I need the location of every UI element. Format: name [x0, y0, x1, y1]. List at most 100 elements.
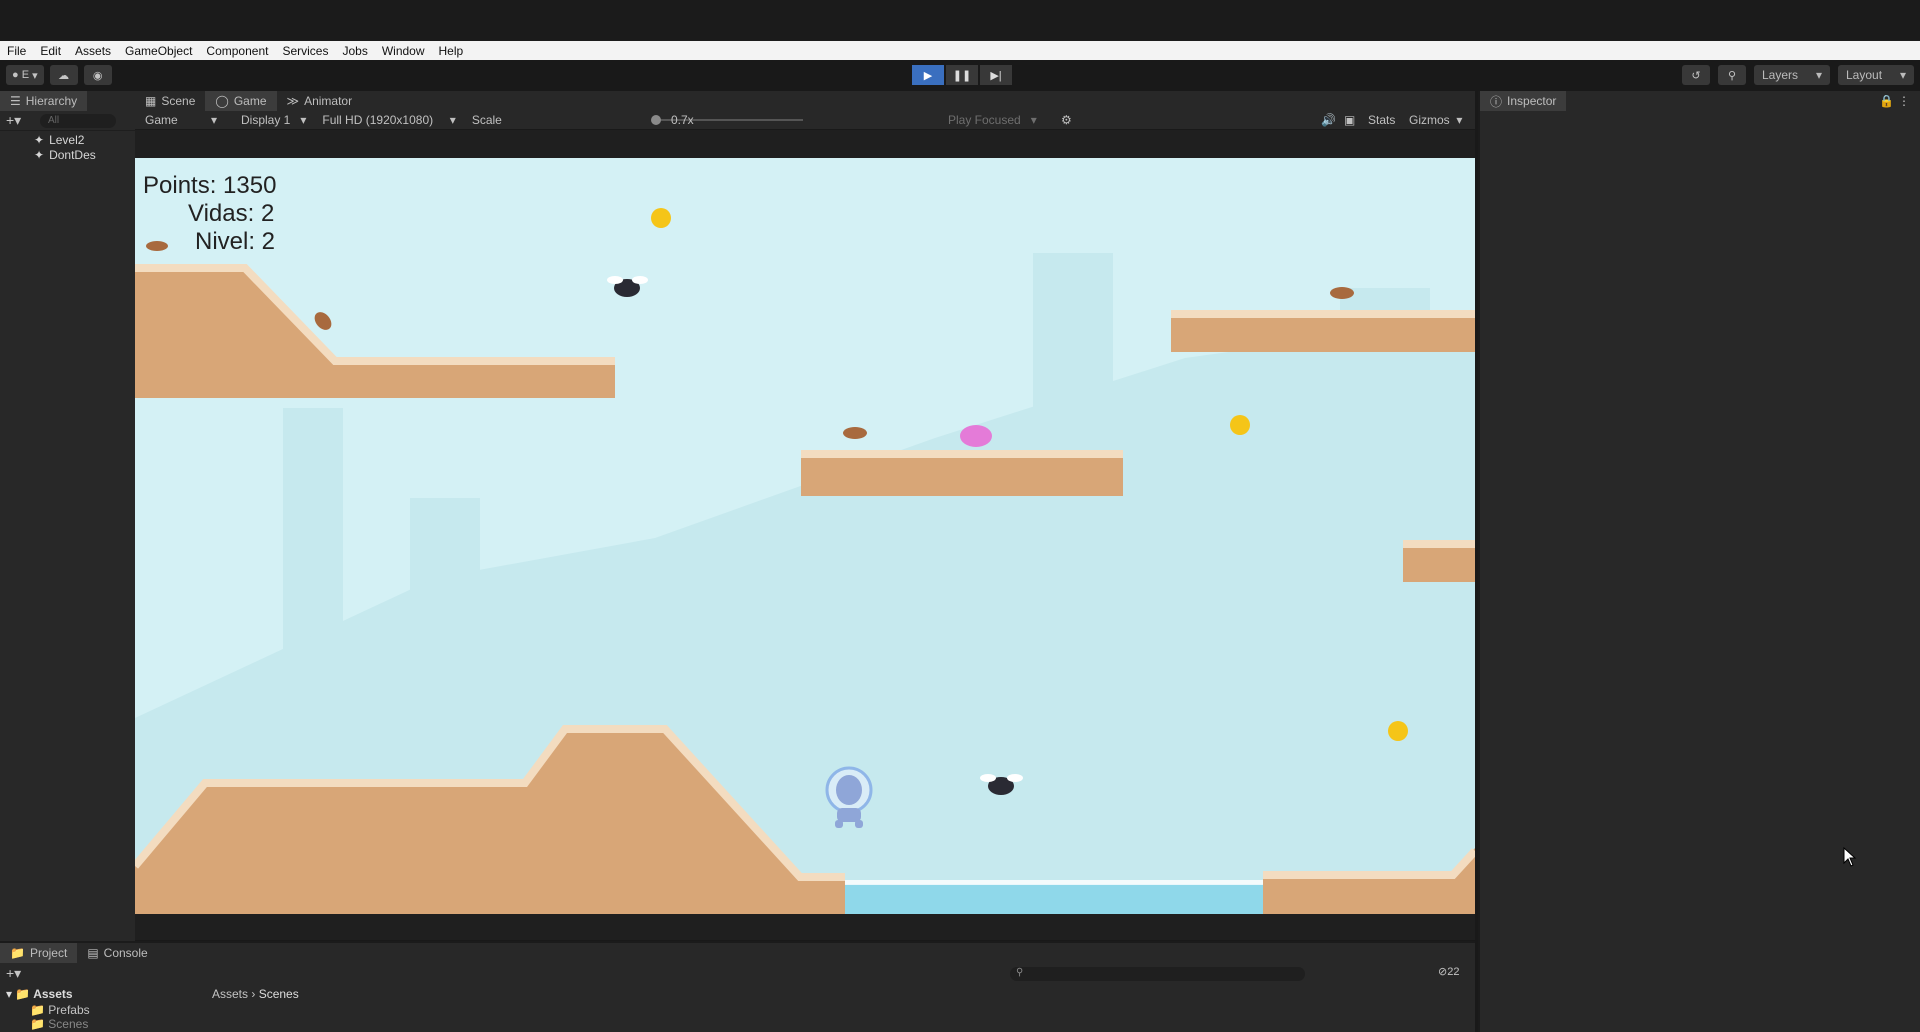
menu-edit[interactable]: Edit [40, 44, 61, 58]
play-button[interactable]: ▶ [912, 65, 944, 85]
cloud-button[interactable]: ☁ [49, 65, 78, 85]
search-icon: ⚲ [1016, 967, 1024, 978]
coin-icon [1230, 415, 1250, 435]
list-icon: ☰ [10, 94, 21, 108]
hierarchy-item-label: Level2 [49, 133, 85, 147]
hierarchy-search-placeholder: All [48, 115, 60, 126]
hud-points: Points: 1350 [143, 172, 277, 199]
play-focused-dropdown[interactable]: Play Focused ▾ [948, 113, 1037, 127]
project-tree-scenes[interactable]: 📁 Scenes [30, 1017, 88, 1031]
play-controls: ▶ ❚❚ ▶| [912, 65, 1012, 85]
gizmos-label: Gizmos [1409, 113, 1450, 127]
pause-icon: ❚❚ [952, 69, 972, 82]
gizmos-dropdown[interactable]: Gizmos ▾ [1409, 113, 1462, 127]
menu-component[interactable]: Component [206, 44, 268, 58]
tab-scene[interactable]: ▦ Scene [135, 91, 205, 111]
tab-project[interactable]: 📁 Project [0, 943, 78, 963]
tree-label: Assets [33, 987, 73, 1001]
game-view-toolbar: Game ▾ Display 1 ▾ Full HD (1920x1080) ▾… [135, 111, 1475, 129]
resolution-label: Full HD (1920x1080) [322, 113, 434, 127]
aspect-icon[interactable]: ▣ [1344, 113, 1355, 127]
unity-scene-icon: ✦ [34, 148, 45, 162]
hud-lives: Vidas: 2 [188, 200, 275, 227]
history-icon: ↺ [1691, 69, 1701, 82]
search-button[interactable]: ⚲ [1718, 65, 1746, 85]
hierarchy-tab-label: Hierarchy [25, 94, 78, 108]
pause-button[interactable]: ❚❚ [946, 65, 978, 85]
project-search-input[interactable]: ⚲ [1010, 967, 1305, 981]
add-icon[interactable]: +▾ [6, 112, 21, 129]
audio-icon[interactable]: 🔊 [1321, 113, 1336, 127]
grid-icon: ▦ [145, 94, 157, 108]
menu-services[interactable]: Services [282, 44, 328, 58]
tab-animator-label: Animator [304, 94, 353, 108]
resolution-dropdown[interactable]: Full HD (1920x1080) ▾ [316, 113, 461, 127]
step-button[interactable]: ▶| [980, 65, 1012, 85]
stats-button[interactable]: Stats [1368, 113, 1395, 127]
account-button[interactable]: ● E ▾ [6, 65, 44, 85]
unity-scene-icon: ✦ [34, 133, 45, 147]
tree-label: Scenes [48, 1017, 89, 1031]
pink-slime-enemy [960, 425, 992, 447]
breadcrumb-item[interactable]: Assets [212, 987, 248, 1001]
console-icon: ▤ [87, 946, 99, 960]
game-scene [135, 208, 1475, 914]
tab-game-label: Game [233, 94, 267, 108]
tab-console[interactable]: ▤ Console [77, 943, 157, 963]
collab-icon: ◉ [92, 69, 103, 82]
folder-icon: 📁 [10, 946, 25, 960]
menu-help[interactable]: Help [439, 44, 464, 58]
project-tree-prefabs[interactable]: 📁 Prefabs [30, 1003, 90, 1017]
hierarchy-item-level2[interactable]: ✦ Level2 [34, 133, 84, 147]
hierarchy-search-input[interactable]: All [40, 114, 116, 128]
tab-console-label: Console [103, 946, 148, 960]
hud-level: Nivel: 2 [195, 228, 276, 255]
tab-project-label: Project [29, 946, 68, 960]
collab-button[interactable]: ◉ [83, 65, 112, 85]
inspector-tabbar: ⓘ Inspector [1480, 91, 1920, 111]
water [845, 884, 1263, 914]
display-dropdown[interactable]: Display 1 ▾ [235, 113, 312, 127]
tree-label: Prefabs [48, 1003, 90, 1017]
layers-dropdown[interactable]: Layers ▾ [1754, 65, 1830, 85]
hierarchy-item-label: DontDes [49, 148, 96, 162]
cloud-icon: ☁ [58, 69, 70, 82]
game-mode-dropdown[interactable]: Game ▾ [139, 113, 231, 127]
tab-inspector[interactable]: ⓘ Inspector [1480, 91, 1567, 111]
platform-top-left [135, 264, 615, 398]
coin-icon [1388, 721, 1408, 741]
step-icon: ▶| [990, 69, 1002, 82]
project-tree-assets[interactable]: ▾ 📁 Assets [6, 987, 73, 1001]
menu-gameobject[interactable]: GameObject [125, 44, 192, 58]
hierarchy-item-dontdestroy[interactable]: ✦ DontDes [34, 148, 96, 162]
tab-scene-label: Scene [161, 94, 196, 108]
menu-window[interactable]: Window [382, 44, 425, 58]
scale-slider-handle[interactable] [651, 115, 661, 125]
folder-icon: 📁 [15, 987, 31, 1001]
layout-dropdown[interactable]: Layout ▾ [1838, 65, 1914, 85]
play-icon: ▶ [923, 69, 933, 82]
menu-jobs[interactable]: Jobs [342, 44, 367, 58]
lock-icon[interactable]: 🔒 [1879, 94, 1894, 108]
bottom-tabbar: 📁 Project ▤ Console [0, 943, 1475, 963]
hidden-packages-count[interactable]: ⊘22 [1438, 965, 1459, 978]
tab-game[interactable]: ◯ Game [205, 91, 277, 111]
window-titlebar [0, 0, 1920, 41]
account-icon: ● [12, 69, 19, 81]
add-icon[interactable]: +▾ [6, 965, 21, 982]
hidden-count-value: 22 [1447, 966, 1460, 978]
game-viewport[interactable]: Points: 1350 Vidas: 2 Nivel: 2 [135, 158, 1475, 914]
menu-bar: File Edit Assets GameObject Component Se… [0, 41, 1920, 60]
eye-slash-icon: ⊘ [1438, 966, 1448, 978]
menu-file[interactable]: File [7, 44, 26, 58]
center-tabbar: ▦ Scene ◯ Game ≫ Animator [135, 91, 1475, 111]
tab-animator[interactable]: ≫ Animator [277, 91, 363, 111]
layout-label: Layout [1846, 68, 1883, 82]
more-icon[interactable]: ⋮ [1898, 94, 1910, 108]
menu-assets[interactable]: Assets [75, 44, 111, 58]
scale-label: Scale [471, 113, 502, 127]
bug-icon[interactable]: ⚙ [1061, 113, 1072, 127]
tab-hierarchy[interactable]: ☰ Hierarchy [0, 91, 88, 111]
breadcrumb-item[interactable]: Scenes [259, 987, 299, 1001]
history-button[interactable]: ↺ [1682, 65, 1710, 85]
